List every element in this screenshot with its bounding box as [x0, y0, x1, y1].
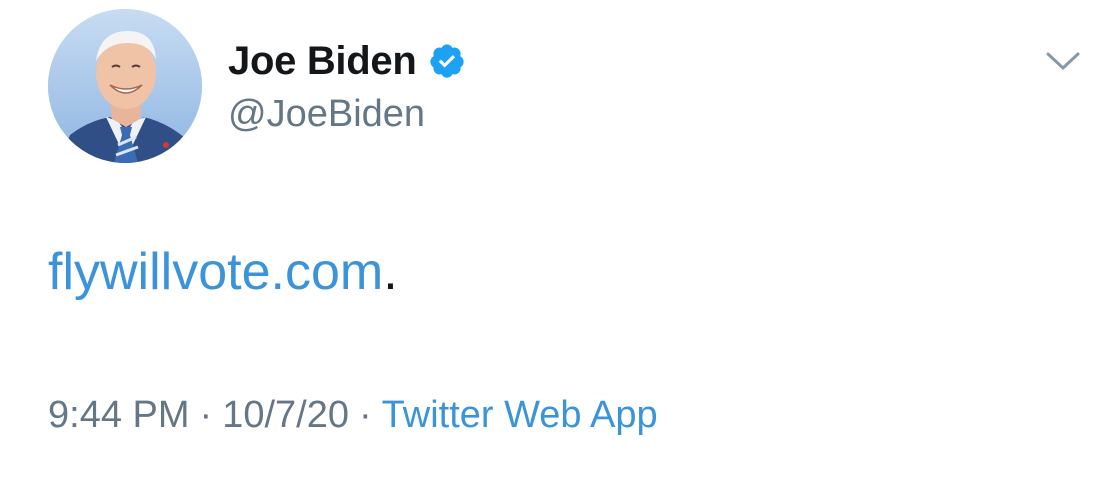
tweet-source[interactable]: Twitter Web App [382, 394, 658, 436]
verified-badge-icon [428, 42, 466, 80]
tweet: Joe Biden @JoeBiden flywillvote.com. 9:4… [0, 0, 1112, 477]
tweet-time[interactable]: 9:44 PM [48, 394, 190, 436]
avatar[interactable] [48, 9, 202, 163]
chevron-down-icon[interactable] [1044, 46, 1082, 76]
meta-separator: · [199, 394, 213, 436]
tweet-text-trailing: . [383, 243, 398, 301]
author-name-row: Joe Biden [228, 36, 466, 86]
meta-separator: · [358, 394, 372, 436]
tweet-meta: 9:44 PM · 10/7/20 · Twitter Web App [48, 390, 658, 440]
tweet-text: flywillvote.com. [48, 240, 398, 304]
display-name[interactable]: Joe Biden [228, 36, 417, 86]
profile-photo [48, 9, 202, 163]
handle[interactable]: @JoeBiden [228, 90, 425, 138]
tweet-date[interactable]: 10/7/20 [222, 394, 349, 436]
tweet-link[interactable]: flywillvote.com [48, 243, 383, 301]
